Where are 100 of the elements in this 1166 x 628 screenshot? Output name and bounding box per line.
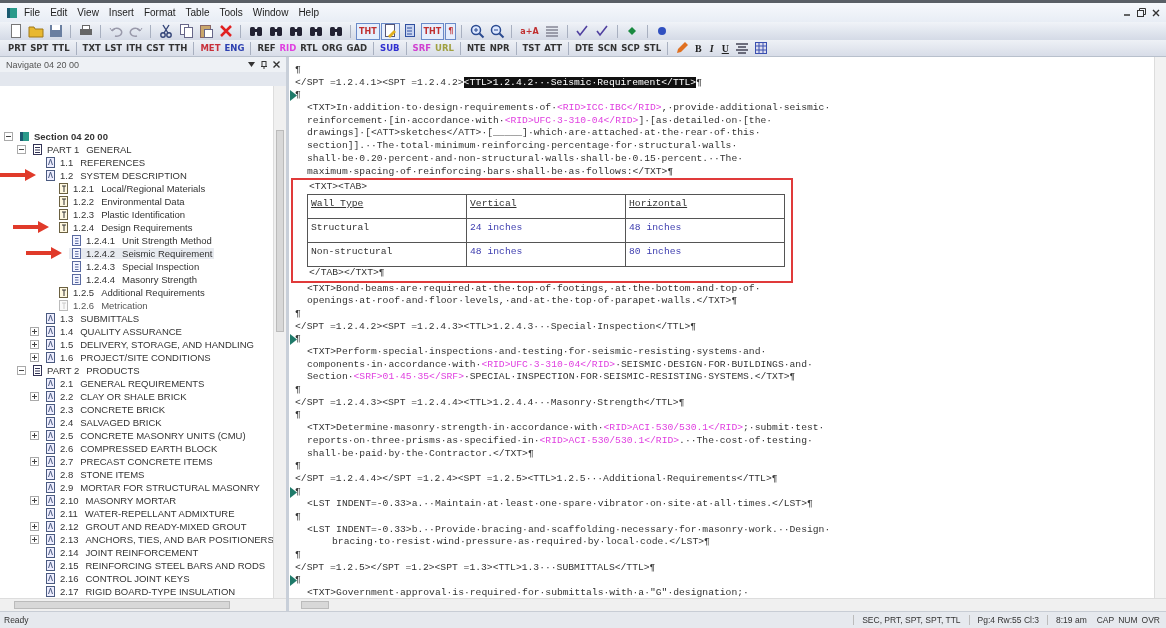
toggle-icon[interactable] (30, 431, 39, 440)
tag-button[interactable]: STL (641, 43, 664, 53)
menu-item[interactable]: Help (294, 6, 323, 19)
tree-item[interactable]: 2.8 STONE ITEMS (43, 469, 147, 480)
tree-item[interactable]: 2.16 CONTROL JOINT KEYS (43, 573, 192, 584)
tree-item[interactable]: 2.1 GENERAL REQUIREMENTS (43, 378, 207, 389)
close-icon[interactable] (1152, 8, 1160, 17)
tree-item[interactable]: 2.3 CONCRETE BRICK (43, 404, 168, 415)
tag-button[interactable]: NPR (487, 43, 512, 53)
menu-item[interactable]: Table (181, 6, 214, 19)
tree-item[interactable]: 2.10 MASONRY MORTAR (43, 495, 179, 506)
menu-item[interactable]: Edit (46, 6, 72, 19)
tag-button[interactable]: TXT (80, 43, 103, 53)
tree-item[interactable]: 1.2.2 Environmental Data (56, 196, 187, 207)
scrollbar[interactable] (0, 598, 286, 611)
tag-button[interactable]: TST (520, 43, 543, 53)
tree-item[interactable]: 1.2.6 Metrication (56, 300, 150, 311)
tree-item[interactable]: 2.2 CLAY OR SHALE BRICK (43, 391, 189, 402)
page-icon (71, 235, 82, 246)
tag-button[interactable]: ITH (124, 43, 145, 53)
tree-item[interactable]: 1.6 PROJECT/SITE CONDITIONS (43, 352, 213, 363)
tree-item[interactable]: 2.6 COMPRESSED EARTH BLOCK (43, 443, 220, 454)
toggle-icon[interactable] (30, 522, 39, 531)
menu-item[interactable]: Window (248, 6, 293, 19)
tag-button[interactable]: NTE (464, 43, 488, 53)
tag-button[interactable]: PRT (6, 43, 29, 53)
tree-item[interactable]: 2.13 ANCHORS, TIES, AND BAR POSITIONERS (43, 534, 273, 545)
toolbar-button[interactable]: a+A (517, 22, 542, 40)
tree-item[interactable]: 2.9 MORTAR FOR STRUCTURAL MASONRY (43, 482, 262, 493)
tree-item[interactable]: 2.4 SALVAGED BRICK (43, 417, 164, 428)
tag-button[interactable]: TTL (50, 43, 72, 53)
tag-button[interactable]: ENG (222, 43, 247, 53)
toggle-icon[interactable] (30, 457, 39, 466)
toggle-icon[interactable] (30, 340, 39, 349)
toggle-icon[interactable] (30, 535, 39, 544)
menu-item[interactable]: Insert (104, 6, 138, 19)
toggle-icon[interactable] (4, 132, 13, 141)
format-button[interactable]: I (705, 42, 718, 54)
menu-item[interactable]: Format (139, 6, 180, 19)
menu-item[interactable]: View (73, 6, 103, 19)
tag-button[interactable]: REF (255, 43, 278, 53)
toggle-icon[interactable] (17, 366, 26, 375)
tag-button[interactable]: CST (144, 43, 167, 53)
tag-button[interactable]: MET (198, 43, 223, 53)
tag-button[interactable]: SPT (28, 43, 51, 53)
toolbar-button[interactable]: THT (356, 22, 380, 40)
toggle-icon[interactable] (17, 145, 26, 154)
dropdown-icon[interactable] (248, 61, 255, 68)
scrollbar[interactable] (1154, 57, 1166, 598)
tree-item[interactable]: 2.17 RIGID BOARD-TYPE INSULATION (43, 586, 238, 597)
toggle-icon[interactable] (30, 353, 39, 362)
scrollbar[interactable] (289, 598, 1166, 611)
tag-button[interactable]: SCN (595, 43, 620, 53)
tag-button[interactable]: RTL (298, 43, 320, 53)
tree-item[interactable]: 1.2.5 Additional Requirements (56, 287, 207, 298)
scissors-icon (157, 23, 174, 39)
tag-button[interactable]: ORG (319, 43, 345, 53)
toggle-icon[interactable] (30, 496, 39, 505)
tree-item[interactable]: 1.5 DELIVERY, STORAGE, AND HANDLING (43, 339, 256, 350)
tag-button[interactable]: LST (102, 43, 125, 53)
tree-item[interactable]: 1.2.4.4 Masonry Strength (69, 274, 200, 285)
page-icon (71, 274, 82, 285)
tree-item[interactable]: 1.2.3 Plastic Identification (56, 209, 188, 220)
format-button[interactable]: U (717, 42, 733, 54)
toggle-icon[interactable] (30, 392, 39, 401)
tag-button[interactable]: GAD (344, 43, 370, 53)
tree-item[interactable]: Section 04 20 00 (17, 131, 110, 142)
tree-item[interactable]: 1.2.4.3 Special Inspection (69, 261, 202, 272)
tree-item[interactable]: 1.2 SYSTEM DESCRIPTION (43, 170, 189, 181)
tag-button[interactable]: DTE (573, 43, 596, 53)
scrollbar[interactable] (273, 86, 286, 598)
menu-item[interactable]: File (20, 6, 45, 19)
tag-button[interactable]: TTH (166, 43, 190, 53)
tree-item[interactable]: PART 1 GENERAL (30, 144, 134, 155)
tree-item[interactable]: 2.15 REINFORCING STEEL BARS AND RODS (43, 560, 268, 571)
toolbar-button[interactable]: THT (420, 22, 445, 40)
tree-item[interactable]: 1.2.4.1 Unit Strength Method (69, 235, 214, 246)
format-button[interactable]: B (691, 42, 706, 54)
tag-button[interactable]: SCP (619, 43, 642, 53)
tree-item[interactable]: 1.4 QUALITY ASSURANCE (43, 326, 184, 337)
toggle-icon[interactable] (30, 327, 39, 336)
menu-item[interactable]: Tools (215, 6, 247, 19)
toolbar-button[interactable]: ¶ (445, 22, 457, 40)
tag-button[interactable]: ATT (542, 43, 564, 53)
close-icon[interactable] (273, 61, 280, 68)
tree-item[interactable]: 1.3 SUBMITTALS (43, 313, 142, 324)
tree-item[interactable]: PART 2 PRODUCTS (30, 365, 142, 376)
tree-item[interactable]: 2.12 GROUT AND READY-MIXED GROUT (43, 521, 249, 532)
tree-item[interactable]: 1.1 REFERENCES (43, 157, 148, 168)
restore-icon[interactable] (1137, 8, 1146, 17)
toolbar-button[interactable] (380, 22, 400, 40)
tree-item[interactable]: 2.5 CONCRETE MASONRY UNITS (CMU) (43, 430, 248, 441)
pin-icon[interactable] (261, 60, 267, 69)
tree-item[interactable]: 2.14 JOINT REINFORCEMENT (43, 547, 201, 558)
tree-item[interactable]: 2.11 WATER-REPELLANT ADMIXTURE (43, 508, 237, 519)
tree-item[interactable]: 1.2.4.2 Seismic Requirement (69, 248, 215, 259)
tree-item[interactable]: 2.7 PRECAST CONCRETE ITEMS (43, 456, 215, 467)
tree-item[interactable]: 1.2.1 Local/Regional Materials (56, 183, 208, 194)
tag-button[interactable]: SUB (378, 43, 402, 53)
tree-item[interactable]: 1.2.4 Design Requirements (56, 222, 195, 233)
